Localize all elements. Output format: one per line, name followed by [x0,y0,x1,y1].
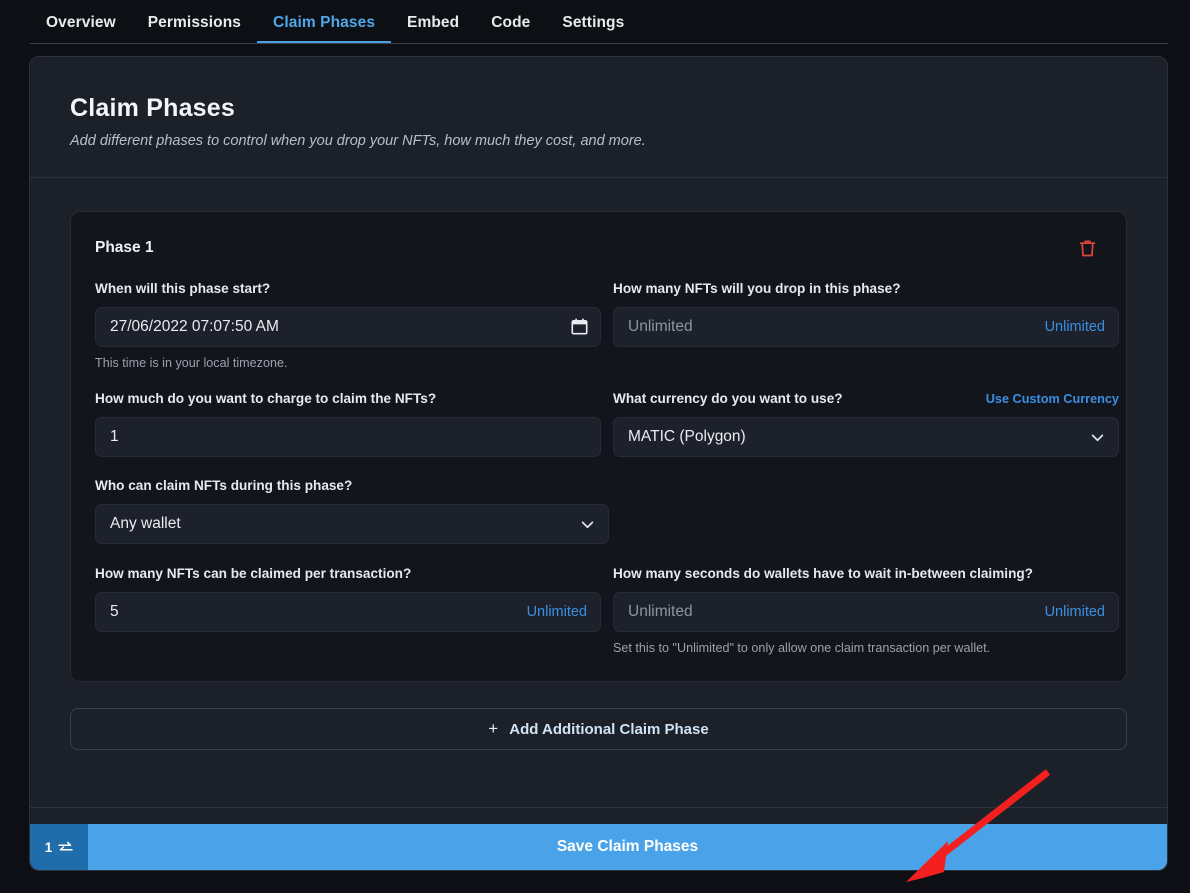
phase-wait-seconds-unlimited-button[interactable]: Unlimited [1045,592,1105,632]
label-phase-wait-seconds-text: How many seconds do wallets have to wait… [613,565,1033,583]
phase-row-who-spacer [613,477,1119,544]
field-phase-per-transaction: How many NFTs can be claimed per transac… [95,565,601,655]
label-phase-price-text: How much do you want to charge to claim … [95,390,436,408]
phase-row-price: How much do you want to charge to claim … [95,390,1102,457]
tab-bar: Overview Permissions Claim Phases Embed … [0,0,1190,46]
label-phase-who-text: Who can claim NFTs during this phase? [95,477,352,495]
phase-wait-seconds-input-wrap: Unlimited Unlimited [613,592,1119,632]
label-phase-start: When will this phase start? [95,280,601,298]
page-subtitle: Add different phases to control when you… [70,133,1127,149]
phase-per-transaction-input[interactable]: 5 [95,592,601,632]
field-phase-supply: How many NFTs will you drop in this phas… [613,280,1119,370]
phase-row-limits: How many NFTs can be claimed per transac… [95,565,1102,655]
field-phase-start: When will this phase start? 27/06/2022 0… [95,280,601,370]
field-phase-currency: What currency do you want to use? Use Cu… [613,390,1119,457]
label-phase-currency-text: What currency do you want to use? [613,390,843,408]
phase-price-input[interactable]: 1 [95,417,601,457]
phase-header: Phase 1 [95,234,1102,262]
tab-bar-divider [30,43,1168,44]
add-claim-phase-label: Add Additional Claim Phase [509,721,708,738]
label-phase-supply: How many NFTs will you drop in this phas… [613,280,1119,298]
phase-per-transaction-unlimited-button[interactable]: Unlimited [527,592,587,632]
tab-settings[interactable]: Settings [546,15,640,45]
add-claim-phase-button[interactable]: + Add Additional Claim Phase [70,708,1127,750]
phase-start-helper: This time is in your local timezone. [95,356,601,370]
phase-supply-input[interactable]: Unlimited [613,307,1119,347]
tab-claim-phases[interactable]: Claim Phases [257,15,391,45]
phase-row-who: Who can claim NFTs during this phase? An… [95,477,1102,544]
label-phase-per-transaction-text: How many NFTs can be claimed per transac… [95,565,411,583]
footer-divider [30,807,1167,808]
label-phase-supply-text: How many NFTs will you drop in this phas… [613,280,901,298]
claim-phases-card: Claim Phases Add different phases to con… [29,56,1168,871]
phase-currency-select[interactable]: MATIC (Polygon) [613,417,1119,457]
page-title: Claim Phases [70,94,1127,123]
plus-icon: + [488,719,498,739]
phase-panel: Phase 1 When will this phase start? 27/0… [70,211,1127,682]
save-bar: 1 Save Claim Phases [30,824,1167,870]
trash-icon [1079,239,1096,258]
field-phase-who: Who can claim NFTs during this phase? An… [95,477,601,544]
label-phase-per-transaction: How many NFTs can be claimed per transac… [95,565,601,583]
transaction-count: 1 [45,840,53,855]
card-header: Claim Phases Add different phases to con… [30,57,1167,177]
tab-overview[interactable]: Overview [30,15,132,45]
calendar-icon[interactable] [571,318,588,335]
phase-who-select-wrap: Any wallet [95,504,609,544]
label-phase-start-text: When will this phase start? [95,280,270,298]
label-phase-price: How much do you want to charge to claim … [95,390,601,408]
transaction-count-badge[interactable]: 1 [30,824,88,870]
card-body: Phase 1 When will this phase start? 27/0… [30,178,1167,750]
swap-arrows-icon [58,841,73,854]
field-phase-wait-seconds: How many seconds do wallets have to wait… [613,565,1119,655]
phase-per-transaction-input-wrap: 5 Unlimited [95,592,601,632]
label-phase-currency: What currency do you want to use? Use Cu… [613,390,1119,408]
phase-who-select[interactable]: Any wallet [95,504,609,544]
phase-supply-input-wrap: Unlimited Unlimited [613,307,1119,347]
phase-start-input[interactable]: 27/06/2022 07:07:50 AM [95,307,601,347]
delete-phase-button[interactable] [1072,233,1102,263]
phase-price-input-wrap: 1 [95,417,601,457]
label-phase-who: Who can claim NFTs during this phase? [95,477,601,495]
field-phase-price: How much do you want to charge to claim … [95,390,601,457]
use-custom-currency-link[interactable]: Use Custom Currency [986,390,1119,408]
phase-title: Phase 1 [95,239,154,257]
phase-start-input-wrap: 27/06/2022 07:07:50 AM [95,307,601,347]
phase-supply-unlimited-button[interactable]: Unlimited [1045,307,1105,347]
label-phase-wait-seconds: How many seconds do wallets have to wait… [613,565,1119,583]
phase-wait-seconds-helper: Set this to "Unlimited" to only allow on… [613,641,1119,655]
phase-wait-seconds-input[interactable]: Unlimited [613,592,1119,632]
tab-list: Overview Permissions Claim Phases Embed … [0,0,1190,44]
tab-embed[interactable]: Embed [391,15,475,45]
tab-permissions[interactable]: Permissions [132,15,257,45]
phase-currency-select-wrap: MATIC (Polygon) [613,417,1119,457]
tab-code[interactable]: Code [475,15,546,45]
phase-row-schedule: When will this phase start? 27/06/2022 0… [95,280,1102,370]
save-claim-phases-button[interactable]: Save Claim Phases [88,824,1167,870]
